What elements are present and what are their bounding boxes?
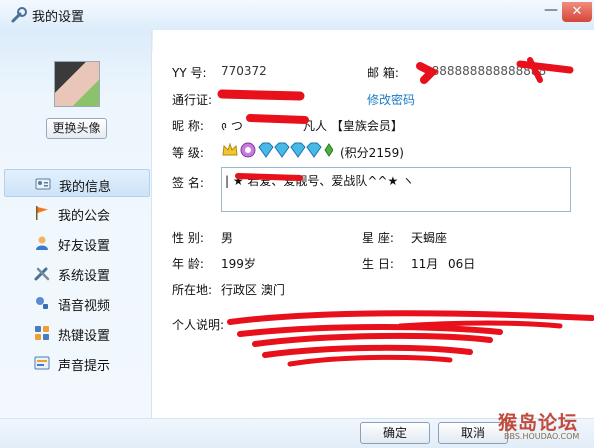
watermark-text: 猴岛论坛 [498,412,579,434]
watermark-sub: BBS.HOUDAO.COM [504,432,580,441]
settings-window: 我的设置 — ✕ 更换头像 我的信息 我的公会 好友设置 系统设置 语音视频 热… [0,0,594,448]
ok-button[interactable]: 确定 [360,422,430,444]
redaction-scribble [217,57,594,367]
